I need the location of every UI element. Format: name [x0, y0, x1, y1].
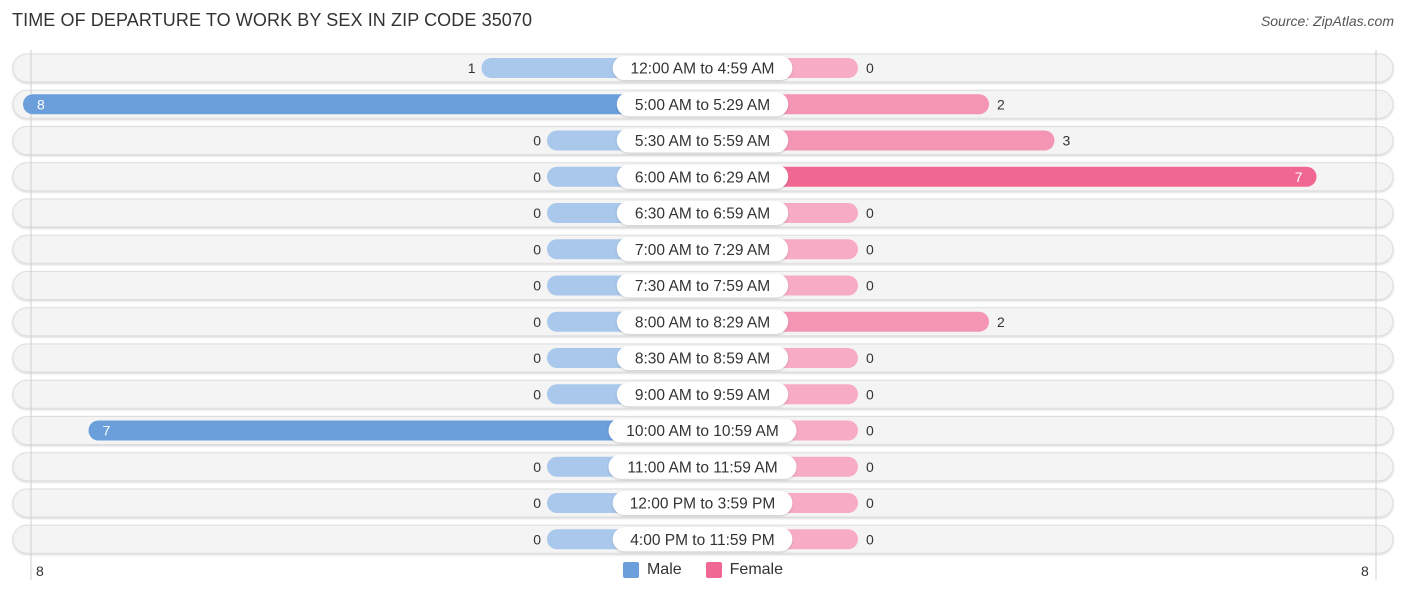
category-label: 8:30 AM to 8:59 AM	[635, 351, 770, 368]
female-value-label: 0	[866, 495, 874, 511]
female-value-label: 0	[866, 205, 874, 221]
male-value-label: 0	[533, 495, 541, 511]
category-label: 5:00 AM to 5:29 AM	[635, 97, 770, 114]
category-label: 6:30 AM to 6:59 AM	[635, 206, 770, 223]
category-label: 12:00 AM to 4:59 AM	[631, 61, 775, 78]
male-value-label: 0	[533, 314, 541, 330]
female-value-label: 7	[1295, 169, 1303, 185]
legend-swatch-male	[622, 562, 639, 578]
female-value-label: 0	[866, 241, 874, 257]
category-label: 8:00 AM to 8:29 AM	[635, 314, 770, 331]
female-value-label: 0	[866, 350, 874, 366]
category-label: 5:30 AM to 5:59 AM	[635, 133, 770, 150]
female-value-label: 0	[866, 531, 874, 547]
male-value-label: 0	[533, 350, 541, 366]
category-label: 9:00 AM to 9:59 AM	[635, 387, 770, 404]
female-value-label: 0	[866, 386, 874, 402]
category-label: 7:00 AM to 7:29 AM	[635, 242, 770, 259]
legend-label-female: Female	[729, 561, 784, 578]
male-value-label: 1	[468, 60, 476, 76]
male-value-label: 0	[533, 205, 541, 221]
male-value-label: 8	[37, 96, 45, 112]
category-label: 6:00 AM to 6:29 AM	[635, 169, 770, 186]
category-label: 4:00 PM to 11:59 PM	[630, 532, 774, 549]
category-label: 7:30 AM to 7:59 AM	[635, 278, 770, 295]
male-value-label: 0	[533, 386, 541, 402]
male-value-label: 7	[103, 423, 111, 439]
female-value-label: 2	[997, 314, 1005, 330]
male-value-label: 0	[533, 241, 541, 257]
legend-label-male: Male	[646, 561, 682, 578]
female-bar	[702, 166, 1317, 187]
female-value-label: 3	[1063, 133, 1071, 149]
category-label: 11:00 AM to 11:59 AM	[627, 459, 777, 476]
legend-item-female[interactable]: Female	[705, 561, 784, 579]
female-value-label: 0	[866, 278, 874, 294]
legend: Male Female	[0, 561, 1406, 579]
category-label: 12:00 PM to 3:59 PM	[630, 496, 776, 513]
male-value-label: 0	[533, 531, 541, 547]
female-value-label: 2	[997, 96, 1005, 112]
female-value-label: 0	[866, 423, 874, 439]
legend-swatch-female	[705, 562, 722, 578]
male-value-label: 0	[533, 278, 541, 294]
male-value-label: 0	[533, 133, 541, 149]
legend-item-male[interactable]: Male	[622, 561, 682, 579]
male-value-label: 0	[533, 459, 541, 475]
male-bar	[23, 94, 703, 115]
male-value-label: 0	[533, 169, 541, 185]
female-value-label: 0	[866, 60, 874, 76]
category-label: 10:00 AM to 10:59 AM	[626, 423, 779, 440]
female-value-label: 0	[866, 459, 874, 475]
chart-canvas: 1 0 12:00 AM to 4:59 AM 8 2 5:00 AM to 5:29 A…	[12, 50, 1394, 580]
